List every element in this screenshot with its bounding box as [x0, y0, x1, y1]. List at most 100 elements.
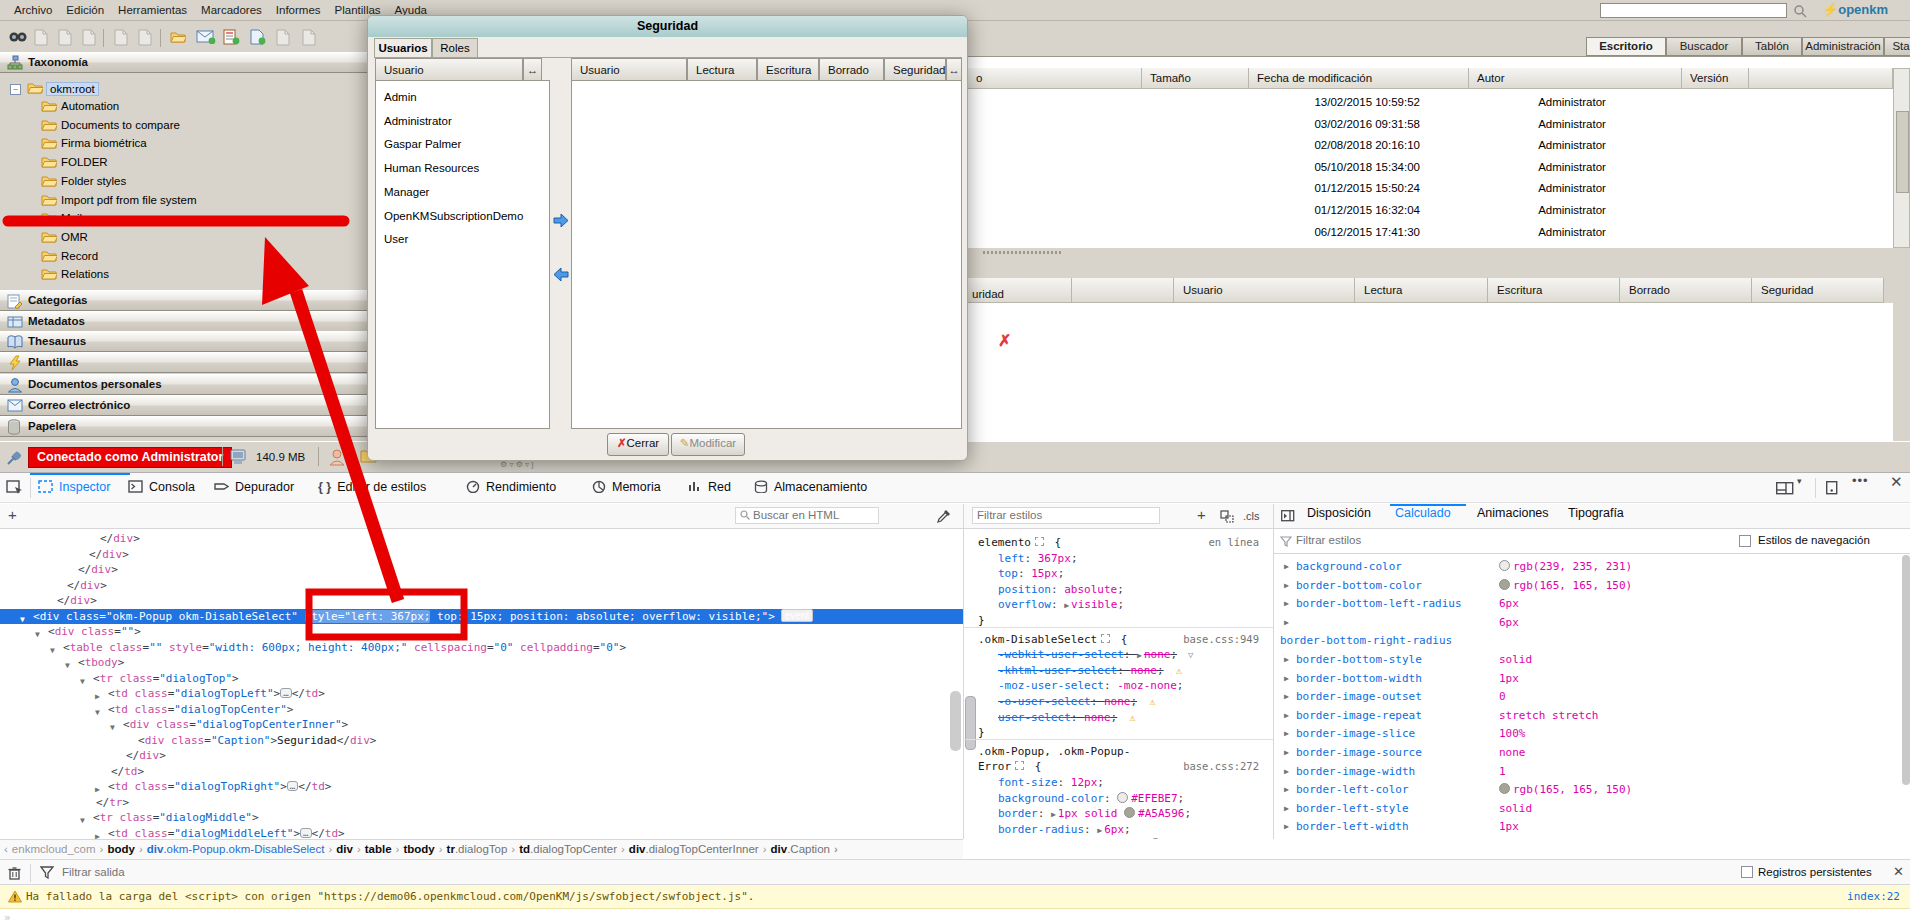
expand-icon[interactable]: ▶ [1137, 651, 1142, 660]
breadcrumb-item[interactable]: table [365, 843, 392, 855]
expander-icon[interactable]: ▶ [95, 829, 100, 840]
tree-item-firma-biom-trica[interactable]: Firma biométrica [0, 135, 370, 153]
column-header-4[interactable]: Versión [1682, 68, 1749, 89]
menu-item-archivo[interactable]: Archivo [7, 1, 59, 20]
devtools-tab-memoria[interactable]: Memoria [592, 473, 661, 503]
expand-icon[interactable]: ▶ [1284, 599, 1289, 608]
dom-line[interactable]: ▼<table class="" style="width: 600px; he… [0, 640, 963, 656]
persist-logs-checkbox[interactable] [1741, 866, 1753, 878]
rules-scrollbar[interactable] [965, 696, 976, 750]
security-column-seguridad[interactable]: Seguridad [1752, 278, 1884, 303]
devtools-tab-almacenamiento[interactable]: Almacenamiento [754, 473, 867, 503]
devtools-tab-depurador[interactable]: Depurador [214, 473, 294, 503]
expand-icon[interactable]: ▶ [1284, 729, 1289, 738]
devtools-tab-rendimiento[interactable]: Rendimiento [466, 473, 556, 503]
rule-selector[interactable]: .okm-Popup, .okm-Popup- [978, 744, 1130, 759]
revoke-arrow-button[interactable] [553, 267, 569, 281]
tab-stamp[interactable]: Stamp [1884, 37, 1910, 56]
dom-line[interactable]: </div> [0, 531, 963, 547]
dom-line[interactable]: </div> [0, 562, 963, 578]
add-rule-icon[interactable]: + [1197, 506, 1206, 523]
tree-item-record[interactable]: Record [0, 248, 370, 266]
column-header-2[interactable]: Fecha de modificación [1249, 68, 1469, 89]
perm-column-escritura[interactable]: Escritura [757, 58, 819, 81]
dom-line[interactable]: </tr> [0, 795, 963, 811]
dom-line[interactable]: ▼<div class="okm-Popup okm-DisableSelect… [0, 609, 963, 625]
create-document-icon[interactable] [248, 29, 268, 47]
add-node-icon[interactable]: + [8, 506, 17, 523]
panel-trash[interactable]: Papelera [0, 416, 370, 437]
dialog-left-header[interactable]: Usuario [375, 58, 523, 81]
dom-line[interactable]: ▼<div class="dialogTopCenterInner"> [0, 717, 963, 733]
dom-line[interactable]: ▶<td class="dialogTopRight">…</td> [0, 779, 963, 795]
pseudo-class-icon[interactable] [1220, 510, 1234, 523]
rule-source-link[interactable]: en línea [1208, 536, 1259, 548]
expand-icon[interactable]: ▶ [1284, 655, 1289, 664]
user-icon[interactable] [328, 448, 346, 466]
breadcrumb-item[interactable]: tbody [403, 843, 434, 855]
tree-item-folder[interactable]: FOLDER [0, 154, 370, 172]
rule-selector[interactable]: .okm-DisableSelect { [978, 632, 1127, 647]
tree-item-relations[interactable]: Relations [0, 266, 370, 284]
dom-line[interactable]: ▼<div class=""> [0, 624, 963, 640]
tree-item-import-pdf-from-file-system[interactable]: Import pdf from file system [0, 192, 370, 210]
security-column-usuario[interactable]: Usuario [1174, 278, 1355, 303]
breadcrumb-item[interactable]: body [107, 843, 134, 855]
create-folder-icon[interactable] [170, 29, 190, 47]
rule-declaration[interactable]: border: ▶1px solid #A5A596; [998, 806, 1191, 822]
dock-caret-icon[interactable]: ▾ [1797, 476, 1802, 486]
panel-categories[interactable]: Categorías [0, 290, 370, 311]
devtools-tab-red[interactable]: Red [688, 473, 731, 503]
dom-line[interactable]: ▼<tr class="dialogMiddle"> [0, 810, 963, 826]
modify-button[interactable]: ✎Modificar [671, 433, 745, 456]
download-document-icon[interactable] [32, 29, 52, 47]
perm-column-seguridad[interactable]: Seguridad [884, 58, 946, 81]
column-header-5[interactable] [1749, 68, 1893, 89]
panel-thesaurus[interactable]: Thesaurus [0, 331, 370, 352]
perm-column-usuario[interactable]: Usuario [571, 58, 687, 81]
breadcrumb-item[interactable]: tr.dialogTop [447, 843, 508, 855]
rule-declaration[interactable]: -moz-user-select: -moz-none; [998, 678, 1183, 693]
panel-email[interactable]: Correo electrónico [0, 395, 370, 416]
perm-column-borrado[interactable]: Borrado [819, 58, 884, 81]
search-icon[interactable] [1793, 4, 1807, 18]
expand-icon[interactable]: ▶ [1051, 810, 1056, 819]
dock-side-icon[interactable] [1776, 482, 1794, 495]
dialog-tab-roles[interactable]: Roles [432, 38, 478, 58]
security-column-borrado[interactable]: Borrado [1620, 278, 1752, 303]
menu-dots-icon[interactable]: ••• [1852, 473, 1869, 488]
panel-metadata[interactable]: Metadatos [0, 311, 370, 332]
class-toggle-icon[interactable]: .cls [1243, 510, 1260, 522]
eyedropper-icon[interactable] [937, 509, 951, 523]
dom-line[interactable]: <div class="Caption">Seguridad</div> [0, 733, 963, 749]
expand-icon[interactable]: ▶ [1097, 826, 1102, 835]
dom-line[interactable]: </div> [0, 748, 963, 764]
console-filter-icon[interactable] [40, 866, 54, 879]
color-swatch[interactable] [1117, 792, 1128, 803]
tab-tabln[interactable]: Tablón [1742, 37, 1802, 56]
user-list-item[interactable]: Manager [384, 186, 429, 198]
perm-column-resize[interactable]: ↔ [946, 58, 962, 81]
html-search-input[interactable]: Buscar en HTML [735, 507, 879, 524]
column-header-3[interactable]: Autor [1469, 68, 1682, 89]
devtools-close-icon[interactable]: ✕ [1890, 473, 1903, 491]
pick-element-icon[interactable] [6, 480, 24, 496]
panel-personal-documents[interactable]: Documentos personales [0, 374, 370, 395]
tree-item-automation[interactable]: Automation [0, 98, 370, 116]
unlock-icon[interactable] [136, 29, 156, 47]
expand-icon[interactable]: ▶ [1284, 562, 1289, 571]
security-column-escritura[interactable]: Escritura [1488, 278, 1620, 303]
print-icon[interactable] [80, 29, 100, 47]
devtools-tab-inspector[interactable]: Inspector [38, 473, 110, 503]
sidebar-tab-tipografa[interactable]: Tipografía [1568, 501, 1624, 526]
edit-document-icon[interactable] [274, 29, 294, 47]
user-list-item[interactable]: Admin [384, 91, 417, 103]
rule-declaration[interactable]: left: 367px; [998, 551, 1078, 566]
rule-declaration[interactable]: overflow: ▶visible; [998, 597, 1124, 613]
breadcrumb-item[interactable]: enkmcloud_com [12, 843, 96, 855]
color-swatch[interactable] [1124, 807, 1135, 818]
dom-line[interactable]: ▶<td class="dialogMiddleLeft">…</td> [0, 826, 963, 840]
breadcrumb-item[interactable]: div.dialogTopCenterInner [629, 843, 759, 855]
left-resize-handle[interactable]: ↔ [523, 58, 542, 81]
expand-icon[interactable]: ▶ [1284, 581, 1289, 590]
